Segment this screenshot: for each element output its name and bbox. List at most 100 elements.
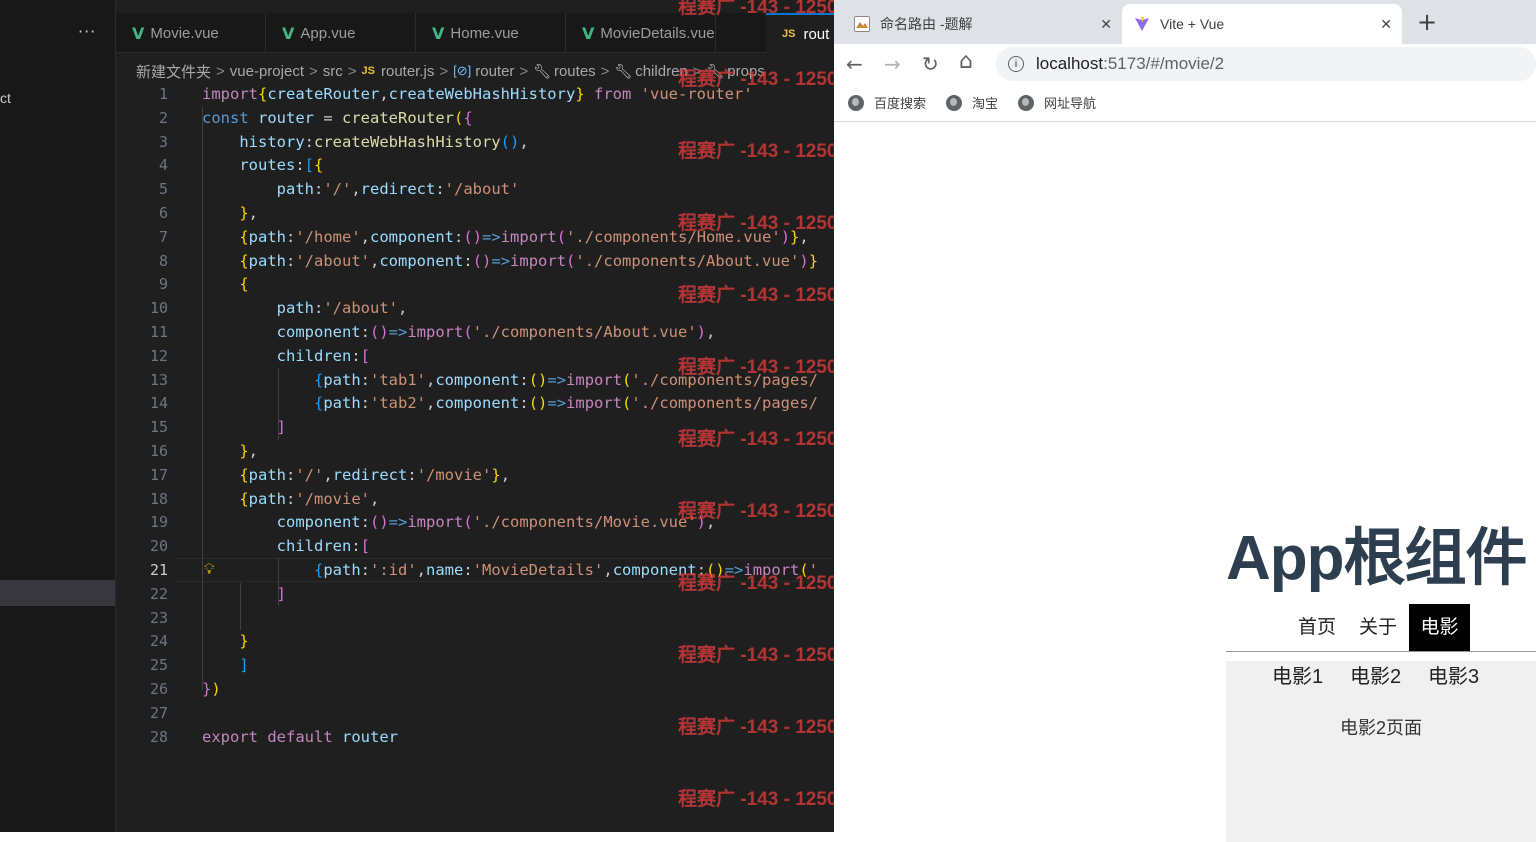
tab-label: App.vue: [300, 24, 356, 42]
code-line[interactable]: {path:'/home',component:()=>import('./co…: [202, 226, 834, 250]
code-token: =>: [724, 560, 744, 579]
code-line[interactable]: },: [202, 202, 834, 226]
tab-app-vue[interactable]: V App.vue: [266, 13, 416, 53]
code-line[interactable]: {path:'/about',component:()=>import('./c…: [202, 250, 834, 274]
code-token: ): [780, 227, 791, 246]
code-line[interactable]: {: [202, 273, 834, 297]
tab-moviedetails-vue[interactable]: V MovieDetails.vue: [566, 13, 716, 53]
code-line[interactable]: import{createRouter,createWebHashHistory…: [202, 83, 834, 107]
code-token: :: [696, 560, 707, 579]
code-line[interactable]: children:[: [202, 345, 834, 369]
reload-button[interactable]: ↻: [922, 52, 939, 76]
code-area[interactable]: import{createRouter,createWebHashHistory…: [202, 83, 834, 749]
code-line[interactable]: {path:'tab2',component:()=>import('./com…: [202, 392, 834, 416]
more-actions-icon[interactable]: ···: [78, 22, 96, 41]
code-line[interactable]: },: [202, 440, 834, 464]
code-line[interactable]: const router = createRouter({: [202, 107, 834, 131]
code-token: =>: [547, 370, 567, 389]
chevron-right-icon: >: [692, 62, 702, 80]
code-line[interactable]: {path:'/movie',: [202, 488, 834, 512]
breadcrumb-routes[interactable]: routes: [554, 63, 596, 80]
code-token: import: [202, 85, 258, 103]
code-token: ,: [799, 227, 809, 246]
movie-details-text: 电影2页面: [1339, 718, 1422, 738]
code-line[interactable]: }): [202, 678, 834, 702]
bookmark-taobao[interactable]: 淘宝: [946, 93, 998, 112]
code-line[interactable]: {path:'/',redirect:'/movie'},: [202, 464, 834, 488]
code-line[interactable]: children:[: [202, 535, 834, 559]
tab-movie-vue[interactable]: V Movie.vue: [116, 13, 266, 53]
code-token: [: [360, 537, 370, 556]
movie-link-1[interactable]: 电影1: [1272, 661, 1323, 693]
site-info-icon[interactable]: i: [1008, 56, 1024, 72]
browser-tab-vite-vue[interactable]: Vite + Vue ✕: [1122, 4, 1402, 44]
code-line[interactable]: export default router: [202, 726, 834, 750]
line-number: 9: [158, 275, 168, 294]
movie-link-2[interactable]: 电影2: [1350, 661, 1401, 693]
code-token: children: [276, 537, 352, 556]
code-line[interactable]: {path:'tab1',component:()=>import('./com…: [202, 369, 834, 393]
nav-link-movie[interactable]: 电影: [1409, 604, 1470, 651]
bookmark-nav[interactable]: 网址导航: [1018, 93, 1096, 112]
code-line[interactable]: ]: [202, 416, 834, 440]
bookmark-baidu[interactable]: 百度搜索: [848, 93, 926, 112]
breadcrumb-props[interactable]: props: [727, 63, 765, 80]
new-tab-button[interactable]: +: [1417, 8, 1437, 36]
breadcrumb-router[interactable]: router: [475, 63, 514, 80]
forward-button[interactable]: →: [884, 52, 901, 76]
close-tab-icon[interactable]: ✕: [1100, 16, 1112, 33]
breadcrumb-file[interactable]: router.js: [381, 63, 434, 80]
nav-link-about[interactable]: 关于: [1350, 604, 1406, 651]
watermark-text: 程赛广 -143 - 1250: [678, 789, 834, 810]
explorer-selected-item[interactable]: [0, 580, 115, 606]
line-number: 25: [149, 656, 168, 675]
code-line[interactable]: path:'/about',: [202, 297, 834, 321]
breadcrumb-children[interactable]: children: [635, 63, 688, 80]
code-token: :: [519, 394, 529, 413]
code-token: './components/Movie.vue': [472, 513, 697, 532]
globe-icon: [946, 94, 963, 111]
close-tab-icon[interactable]: ✕: [1380, 16, 1392, 33]
code-token: const: [202, 108, 249, 127]
code-line[interactable]: ]: [202, 583, 834, 607]
line-number-current: 21: [149, 560, 168, 579]
explorer-item-label[interactable]: ct: [0, 90, 11, 106]
code-token: =>: [491, 251, 511, 270]
code-line[interactable]: component:()=>import('./components/About…: [202, 321, 834, 345]
breadcrumb: 新建文件夹 > vue-project > src > JS router.js…: [136, 60, 765, 82]
code-token: (): [463, 227, 483, 246]
browser-tab-docs[interactable]: 命名路由 -题解 ✕: [842, 4, 1122, 44]
back-button[interactable]: ←: [846, 52, 863, 76]
code-token: (): [706, 560, 725, 579]
breadcrumb-src[interactable]: src: [323, 63, 343, 80]
code-token: :: [351, 346, 361, 365]
code-token: ,: [323, 465, 333, 484]
tab-label: rout: [803, 25, 830, 43]
tab-router-js[interactable]: JS rout: [766, 13, 834, 53]
code-line[interactable]: routes:[{: [202, 154, 834, 178]
movie-link-3[interactable]: 电影3: [1428, 661, 1479, 693]
code-token: router: [342, 727, 399, 746]
home-button[interactable]: ⌂: [959, 49, 973, 74]
code-line[interactable]: path:'/',redirect:'/about': [202, 178, 834, 202]
code-line[interactable]: {path:':id',name:'MovieDetails',componen…: [202, 559, 834, 583]
code-line[interactable]: component:()=>import('./components/Movie…: [202, 511, 834, 535]
code-line[interactable]: ​: [202, 607, 834, 631]
code-token: './components/pages/: [631, 394, 819, 413]
code-line[interactable]: history:createWebHashHistory(),: [202, 131, 834, 155]
code-token: (): [370, 513, 389, 532]
address-bar[interactable]: i localhost:5173/#/movie/2: [996, 47, 1536, 81]
code-line[interactable]: ]: [202, 654, 834, 678]
tab-home-vue[interactable]: V Home.vue: [416, 13, 566, 53]
breadcrumb-folder[interactable]: 新建文件夹: [136, 61, 211, 82]
code-line[interactable]: ​: [202, 702, 834, 726]
line-number: 19: [149, 513, 168, 532]
code-line[interactable]: }: [202, 630, 834, 654]
nav-link-home[interactable]: 首页: [1292, 604, 1342, 651]
breadcrumb-project[interactable]: vue-project: [230, 63, 304, 80]
